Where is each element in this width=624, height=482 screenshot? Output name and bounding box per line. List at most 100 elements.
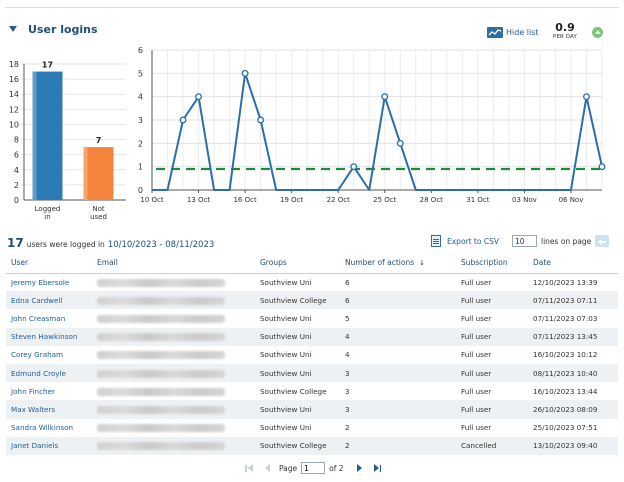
bar-category-label: in xyxy=(44,213,50,221)
hide-list-label: Hide list xyxy=(506,28,539,37)
group-cell: Southview Uni xyxy=(255,400,340,419)
csv-file-icon xyxy=(431,235,441,247)
line-x-tick: 10 Oct xyxy=(140,196,163,204)
email-redacted xyxy=(97,278,225,287)
user-name-link[interactable]: John Creasman xyxy=(6,309,92,327)
email-redacted xyxy=(97,296,225,305)
panel-header: User logins xyxy=(8,20,98,38)
line-x-tick: 25 Oct xyxy=(373,196,396,204)
prev-page-icon[interactable] xyxy=(261,462,273,474)
actions-cell: 6 xyxy=(340,291,456,310)
table-header-row: User Email Groups Number of actions ↓ Sub… xyxy=(6,252,618,274)
page-number-input[interactable] xyxy=(301,462,326,474)
column-header-email[interactable]: Email xyxy=(92,252,255,274)
email-cell xyxy=(92,309,255,327)
last-page-icon[interactable] xyxy=(372,462,384,474)
data-point[interactable] xyxy=(598,163,606,171)
bar-y-tick: 10 xyxy=(9,120,19,129)
date-cell: 12/10/2023 13:39 xyxy=(533,277,598,287)
data-point[interactable] xyxy=(241,69,249,77)
group-cell: Southview Uni xyxy=(255,363,340,383)
data-point[interactable] xyxy=(350,163,358,171)
data-point[interactable] xyxy=(257,116,265,124)
summary-date-range: 10/10/2023 - 08/11/2023 xyxy=(107,240,215,250)
user-name-link[interactable]: Janet Daniels xyxy=(6,436,92,455)
actions-cell: 2 xyxy=(340,436,456,455)
column-header-date[interactable]: Date xyxy=(528,252,618,274)
lines-per-page-label: lines on page xyxy=(541,236,592,246)
actions-cell: 5 xyxy=(345,313,350,323)
user-name-link[interactable]: Max Walters xyxy=(6,400,92,419)
export-csv-button[interactable]: Export to CSV xyxy=(431,235,499,247)
sort-desc-icon: ↓ xyxy=(419,258,425,267)
data-point[interactable] xyxy=(179,116,187,124)
subscription-cell: Full user xyxy=(461,350,492,360)
bar-y-tick: 16 xyxy=(9,75,19,84)
line-x-tick: 06 Nov xyxy=(559,196,584,204)
data-point[interactable] xyxy=(195,93,203,101)
group-cell: Southview Uni xyxy=(255,327,340,346)
user-name-link[interactable]: Steven Hawkinson xyxy=(6,327,92,346)
user-name-link[interactable]: John Fincher xyxy=(6,382,92,400)
bar[interactable] xyxy=(83,147,114,200)
bar-y-tick: 2 xyxy=(14,181,19,190)
group-cell: Southview Uni xyxy=(260,313,312,323)
column-header-actions[interactable]: Number of actions ↓ xyxy=(340,252,456,274)
group-cell: Southview Uni xyxy=(260,350,312,360)
user-name-link[interactable]: Corey Graham xyxy=(6,346,92,364)
bar-y-tick: 12 xyxy=(9,105,19,114)
column-header-user[interactable]: User xyxy=(6,252,92,274)
export-csv-label: Export to CSV xyxy=(447,236,499,246)
lines-per-page-input[interactable] xyxy=(512,235,537,247)
data-point[interactable] xyxy=(381,93,389,101)
subscription-cell: Full user xyxy=(456,291,528,310)
line-y-tick: 3 xyxy=(138,116,143,125)
data-point[interactable] xyxy=(396,139,404,147)
summary: 17 users were logged in 10/10/2023 - 08/… xyxy=(7,236,214,250)
email-cell xyxy=(92,363,255,383)
line-x-tick: 13 Oct xyxy=(187,196,210,204)
collapse-triangle-icon[interactable] xyxy=(8,24,18,34)
data-point[interactable] xyxy=(583,93,590,101)
bar-value-label: 7 xyxy=(96,136,102,145)
next-page-icon[interactable] xyxy=(354,462,366,474)
hide-list-button[interactable]: Hide list xyxy=(487,27,539,38)
line-x-tick: 28 Oct xyxy=(420,196,443,204)
line-y-tick: 5 xyxy=(138,69,143,78)
email-redacted xyxy=(97,369,225,378)
date-cell: 07/11/2023 07:11 xyxy=(528,291,618,310)
actions-cell: 3 xyxy=(340,363,456,383)
line-x-tick: 22 Oct xyxy=(327,196,350,204)
bar-y-tick: 8 xyxy=(14,136,19,145)
subscription-cell: Full user xyxy=(456,363,528,383)
user-name-link[interactable]: Edna Cardwell xyxy=(6,291,92,310)
table-row: Corey Graham Southview Uni 4 Full user 16/10… xyxy=(6,346,618,364)
email-redacted xyxy=(97,387,225,396)
email-redacted xyxy=(97,405,225,414)
line-chart-icon xyxy=(487,27,503,38)
first-page-icon[interactable] xyxy=(243,462,255,474)
subscription-cell: Full user xyxy=(461,277,492,287)
bar[interactable] xyxy=(32,71,63,200)
bar-highlight xyxy=(32,71,37,200)
table-row: Jeremy Ebersole Southview Uni 6 Full user 12… xyxy=(6,273,618,291)
date-cell: 13/10/2023 09:40 xyxy=(528,436,618,455)
per-day-unit: PER DAY xyxy=(553,34,577,40)
email-cell xyxy=(92,382,255,400)
table-row: Sandra Wilkinson Southview Uni 2 Full user 2… xyxy=(6,419,618,437)
line-y-tick: 6 xyxy=(138,46,143,55)
page-total: of 2 xyxy=(329,463,344,473)
column-header-subscription[interactable]: Subscription xyxy=(456,252,528,274)
date-cell: 08/11/2023 10:40 xyxy=(528,363,618,383)
subscription-cell: Full user xyxy=(456,327,528,346)
user-name-link[interactable]: Edmund Croyle xyxy=(6,363,92,383)
user-name-link[interactable]: Sandra Wilkinson xyxy=(6,419,92,437)
column-header-groups[interactable]: Groups xyxy=(255,252,340,274)
user-name-link[interactable]: Jeremy Ebersole xyxy=(6,273,92,291)
actions-cell: 3 xyxy=(340,400,456,419)
page-label: Page xyxy=(279,463,298,473)
group-cell: Southview Uni xyxy=(260,423,312,433)
per-day-metric: 0.9 PER DAY xyxy=(549,22,581,41)
apply-return-icon[interactable] xyxy=(595,235,610,247)
group-cell: Southview College xyxy=(255,291,340,310)
